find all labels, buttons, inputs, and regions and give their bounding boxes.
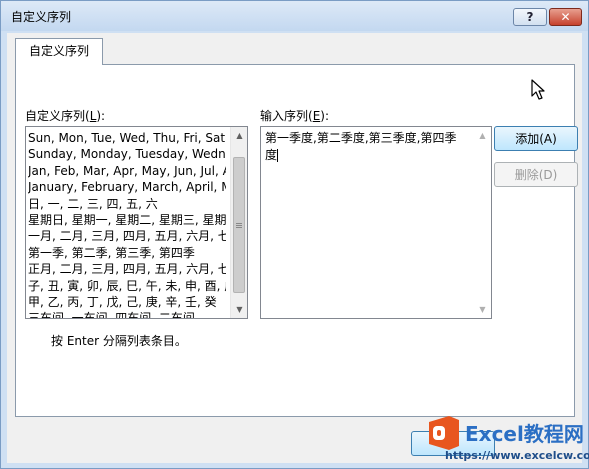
close-button[interactable]: ✕ <box>549 8 582 26</box>
list-item[interactable]: 甲, 乙, 丙, 丁, 戊, 己, 庚, 辛, 壬, 癸 <box>28 294 226 310</box>
list-item[interactable]: Sunday, Monday, Tuesday, Wednesday, Thur… <box>28 146 226 162</box>
list-entries-label: 输入序列(E): <box>260 107 329 124</box>
list-item[interactable]: Jan, Feb, Mar, Apr, May, Jun, Jul, Aug, … <box>28 163 226 179</box>
list-item[interactable]: 第一季, 第二季, 第三季, 第四季 <box>28 245 226 261</box>
watermark-brand: Excel教程网 <box>465 422 584 446</box>
mouse-cursor-icon <box>531 79 545 100</box>
list-item[interactable]: 一月, 二月, 三月, 四月, 五月, 六月, 七月, 八月, 九月, 十月, … <box>28 228 226 244</box>
watermark-logo: Excel教程网 https://www.excelcw.com <box>419 416 589 468</box>
list-entries-value: 第一季度,第二季度,第三季度,第四季度 <box>265 131 457 162</box>
list-item[interactable]: 正月, 二月, 三月, 四月, 五月, 六月, 七月, 八月, 九月, 十月, … <box>28 261 226 277</box>
help-button[interactable]: ? <box>513 8 547 26</box>
scroll-up-icon[interactable]: ▲ <box>474 127 491 144</box>
hint-text: 按 Enter 分隔列表条目。 <box>51 334 187 348</box>
scroll-down-icon[interactable]: ▼ <box>231 301 247 318</box>
tab-panel: 自定义序列(L): Sun, Mon, Tue, Wed, Thu, Fri, … <box>15 64 578 417</box>
custom-lists-label: 自定义序列(L): <box>25 107 105 124</box>
grip-line-icon <box>236 227 242 228</box>
delete-button[interactable]: 删除(D) <box>494 162 578 187</box>
scroll-up-icon[interactable]: ▲ <box>231 127 247 144</box>
dialog-title: 自定义序列 <box>11 10 72 24</box>
custom-lists-dialog: 自定义序列 ? ✕ 自定义序列 自定义序列(L): Sun, Mon, Tue,… <box>0 0 589 469</box>
grip-line-icon <box>236 225 242 226</box>
list-item[interactable]: 子, 丑, 寅, 卯, 辰, 巳, 午, 未, 申, 酉, 戌, 亥 <box>28 278 226 294</box>
add-button-label: 添加(A) <box>515 132 557 146</box>
dialog-body: 自定义序列 自定义序列(L): Sun, Mon, Tue, Wed, Thu,… <box>7 33 582 463</box>
custom-lists-label-prefix: 自定义序列( <box>25 109 90 123</box>
close-icon: ✕ <box>560 10 571 24</box>
text-caret <box>277 149 279 162</box>
list-item[interactable]: 星期日, 星期一, 星期二, 星期三, 星期四, 星期五, 星期六 <box>28 212 226 228</box>
watermark-url: https://www.excelcw.com <box>445 449 589 462</box>
custom-lists-listbox[interactable]: Sun, Mon, Tue, Wed, Thu, Fri, Sat Sunday,… <box>25 126 248 319</box>
grip-line-icon <box>236 223 242 224</box>
list-item[interactable]: 日, 一, 二, 三, 四, 五, 六 <box>28 196 226 212</box>
list-entries-label-prefix: 输入序列( <box>260 109 313 123</box>
add-button[interactable]: 添加(A) <box>494 126 578 151</box>
custom-lists-items: Sun, Mon, Tue, Wed, Thu, Fri, Sat Sunday,… <box>28 130 226 318</box>
custom-lists-label-suffix: ): <box>96 109 106 123</box>
list-item[interactable]: January, February, March, April, May, Ju… <box>28 179 226 195</box>
help-icon: ? <box>526 10 534 24</box>
title-bar[interactable]: 自定义序列 ? ✕ <box>1 1 588 31</box>
list-item[interactable]: Sun, Mon, Tue, Wed, Thu, Fri, Sat <box>28 130 226 146</box>
list-entries-textbox[interactable]: 第一季度,第二季度,第三季度,第四季度 ▲ ▼ <box>260 126 492 319</box>
list-entries-scrollbar[interactable]: ▲ ▼ <box>474 127 491 318</box>
tab-custom-lists[interactable]: 自定义序列 <box>15 38 103 65</box>
scroll-down-icon[interactable]: ▼ <box>474 301 491 318</box>
custom-lists-scrollbar[interactable]: ▲ ▼ <box>230 127 247 318</box>
list-item[interactable]: 三车间, 一车间, 四车间, 二车间 <box>28 310 226 318</box>
delete-button-label: 删除(D) <box>514 168 558 182</box>
office-logo-icon <box>429 416 459 450</box>
scroll-thumb[interactable] <box>233 157 245 293</box>
list-entries-label-suffix: ): <box>320 109 330 123</box>
